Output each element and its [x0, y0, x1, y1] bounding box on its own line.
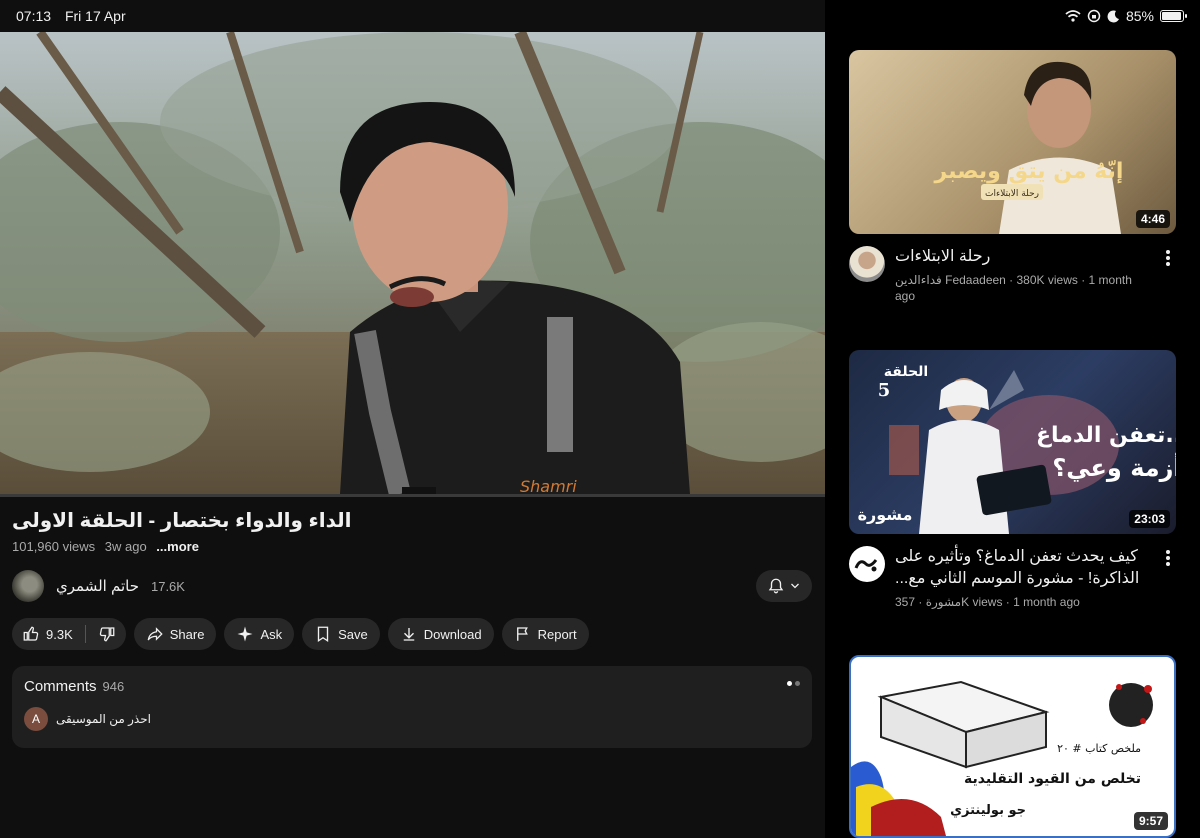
- video-title[interactable]: رحلة الابتلاءات: [895, 246, 1152, 268]
- more-options-icon[interactable]: [1166, 550, 1170, 566]
- share-button[interactable]: Share: [133, 618, 217, 650]
- thumb-author: جو بولينتزي: [950, 803, 1026, 818]
- top-comment[interactable]: A احذر من الموسيقى: [24, 707, 800, 731]
- save-label: Save: [338, 626, 368, 642]
- carousel-dots: [787, 681, 800, 686]
- video-title[interactable]: كيف يحدث تعفن الدماغ؟ وتأثيره على الذاكر…: [895, 546, 1152, 590]
- channel-avatar[interactable]: [12, 570, 44, 602]
- status-bar: 07:13 Fri 17 Apr 85%: [0, 0, 1200, 32]
- recommended-video-card[interactable]: الحلقة 5 تعفن الدماغ.. أزمة وعي؟ مشورة 2…: [849, 350, 1176, 610]
- status-time: 07:13: [16, 8, 52, 24]
- video-duration: 4:46: [1135, 210, 1170, 228]
- svg-text:Shamri: Shamri: [520, 477, 577, 494]
- thumb-episode-number: 5: [878, 380, 891, 401]
- video-thumbnail[interactable]: ملخص كتاب # ٢٠ تخلص من القيود التقليدية …: [849, 655, 1176, 838]
- channel-avatar[interactable]: [849, 246, 885, 282]
- like-dislike-group: 9.3K: [12, 618, 126, 650]
- video-player[interactable]: Shamri: [0, 32, 825, 494]
- more-options-icon[interactable]: [1166, 250, 1170, 266]
- thumb-series-label: ملخص كتاب # ٢٠: [1057, 742, 1141, 755]
- video-meta: فداءالدين Fedaadeen · 380K views · 1 mon…: [895, 273, 1132, 303]
- video-meta: مشورة · 357K views · 1 month ago: [895, 595, 1080, 609]
- moon-icon: [1107, 9, 1119, 22]
- bookmark-icon: [317, 626, 329, 643]
- thumb-logo: مشورة: [858, 505, 913, 524]
- main-column: Shamri الداء والدواء بختصار - الحلقة الا…: [0, 0, 825, 838]
- comments-panel[interactable]: Comments 946 A احذر من الموسيقى: [12, 666, 812, 748]
- thumbnail-art: إنّهُ من يتقِ ويصبر رحلة الابتلاءات: [934, 61, 1123, 234]
- thumbnail-art: ملخص كتاب # ٢٠ تخلص من القيود التقليدية …: [851, 680, 1153, 836]
- channel-row[interactable]: حاتم الشمري 17.6K: [12, 570, 185, 602]
- battery-percent: 85%: [1125, 8, 1154, 24]
- thumb-headline: تعفن الدماغ..: [1036, 423, 1176, 448]
- action-bar: 9.3K Share Ask Save Download Report: [12, 618, 589, 650]
- battery-icon: [1160, 10, 1187, 22]
- share-icon: [147, 627, 163, 641]
- sparkle-icon: [237, 626, 253, 642]
- like-divider: [84, 625, 86, 643]
- comment-avatar: A: [24, 707, 48, 731]
- video-info: رحلة الابتلاءات فداءالدين Fedaadeen · 38…: [849, 246, 1176, 304]
- like-count[interactable]: 9.3K: [46, 627, 73, 642]
- chevron-down-icon: [791, 583, 799, 589]
- download-icon: [403, 628, 415, 641]
- video-info: كيف يحدث تعفن الدماغ؟ وتأثيره على الذاكر…: [849, 546, 1176, 610]
- share-label: Share: [169, 626, 205, 642]
- thumb-subtitle: رحلة الابتلاءات: [985, 189, 1039, 199]
- view-count: 101,960 views: [12, 539, 96, 554]
- video-frame: Shamri: [0, 32, 825, 494]
- wifi-icon: [1065, 10, 1081, 22]
- download-button[interactable]: Download: [387, 618, 494, 650]
- ask-button[interactable]: Ask: [224, 618, 295, 650]
- flag-icon: [516, 627, 528, 641]
- thumbnail-art: الحلقة 5 تعفن الدماغ.. أزمة وعي؟ مشورة: [858, 364, 1176, 534]
- video-meta: 101,960 views 3w ago ...more: [12, 539, 199, 554]
- status-date: Fri 17 Apr: [64, 8, 126, 24]
- report-button[interactable]: Report: [501, 618, 589, 650]
- comment-text: احذر من الموسيقى: [56, 712, 151, 726]
- upload-age: 3w ago: [104, 539, 147, 554]
- notification-button[interactable]: [756, 570, 812, 602]
- recommended-video-card[interactable]: ملخص كتاب # ٢٠ تخلص من القيود التقليدية …: [849, 655, 1176, 838]
- video-progress-bar[interactable]: [0, 494, 825, 497]
- video-duration: 23:03: [1129, 510, 1170, 528]
- comments-label: Comments: [24, 678, 97, 695]
- video-thumbnail[interactable]: إنّهُ من يتقِ ويصبر رحلة الابتلاءات 4:46: [849, 50, 1176, 234]
- video-thumbnail[interactable]: الحلقة 5 تعفن الدماغ.. أزمة وعي؟ مشورة 2…: [849, 350, 1176, 534]
- channel-avatar[interactable]: [849, 546, 885, 582]
- thumb-headline-2: أزمة وعي؟: [1052, 452, 1176, 482]
- recommendations-sidebar: إنّهُ من يتقِ ويصبر رحلة الابتلاءات 4:46…: [825, 0, 1200, 838]
- video-duration: 9:57: [1133, 812, 1168, 830]
- thumbs-up-icon[interactable]: [22, 625, 40, 643]
- channel-name[interactable]: حاتم الشمري: [56, 577, 139, 595]
- download-label: Download: [423, 626, 482, 642]
- ask-label: Ask: [260, 626, 283, 642]
- more-link[interactable]: ...more: [156, 539, 199, 554]
- thumbs-down-icon[interactable]: [98, 625, 116, 643]
- video-title: الداء والدواء بختصار - الحلقة الاولى: [12, 510, 352, 532]
- recommended-video-card[interactable]: إنّهُ من يتقِ ويصبر رحلة الابتلاءات 4:46…: [849, 50, 1176, 304]
- orientation-lock-icon: [1087, 9, 1101, 23]
- subscriber-count: 17.6K: [150, 578, 185, 594]
- report-label: Report: [537, 626, 577, 642]
- save-button[interactable]: Save: [302, 618, 380, 650]
- channel-logo-icon: [854, 559, 878, 572]
- comments-header: Comments 946: [24, 678, 800, 695]
- comments-count: 946: [102, 679, 125, 694]
- thumb-headline: تخلص من القيود التقليدية: [964, 771, 1141, 787]
- bell-icon: [768, 578, 784, 594]
- thumb-episode-label: الحلقة: [884, 364, 928, 380]
